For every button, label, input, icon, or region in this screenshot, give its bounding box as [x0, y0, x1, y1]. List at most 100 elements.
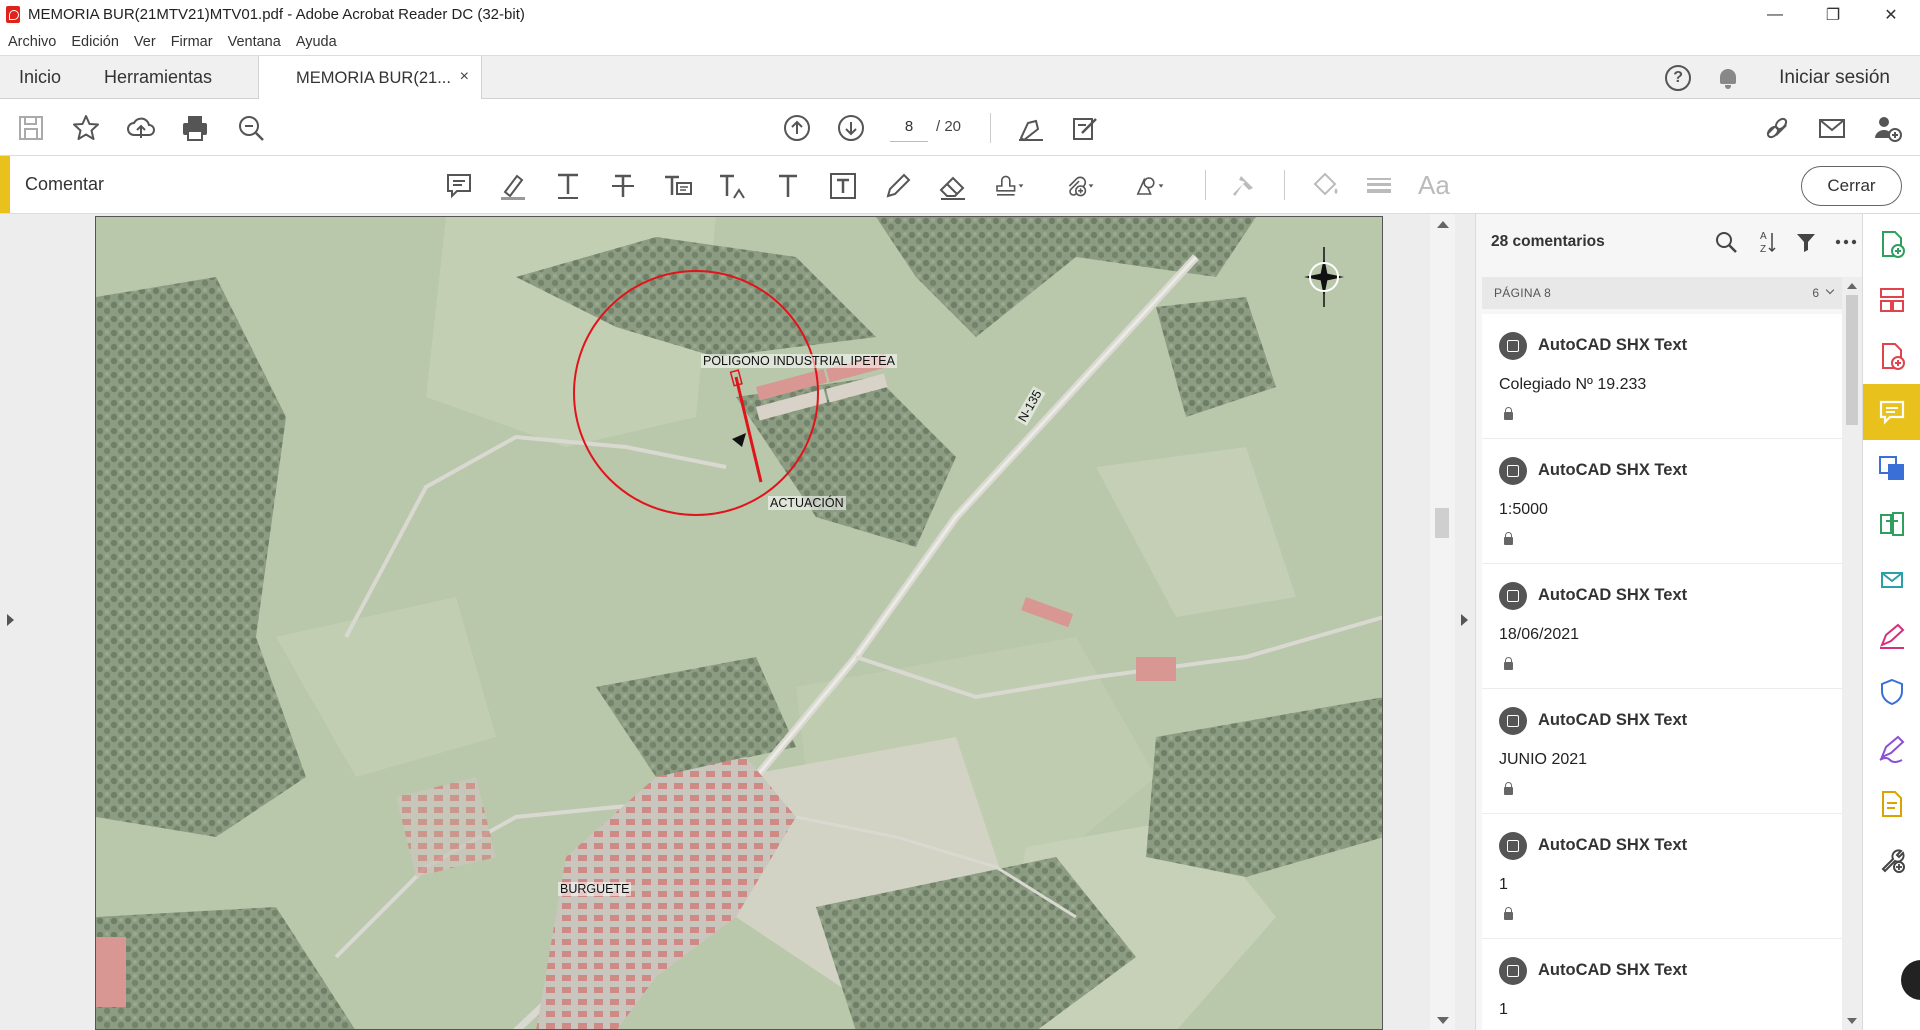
comment-item[interactable]: AutoCAD SHX Text 1	[1482, 939, 1847, 1030]
font-size-icon[interactable]: Aa	[1418, 170, 1458, 202]
attach-file-icon[interactable]	[1063, 170, 1095, 202]
more-tools-button[interactable]	[1863, 832, 1920, 888]
page-number-input[interactable]	[890, 112, 928, 142]
comments-tools: AZ	[1706, 228, 1866, 256]
strikethrough-icon[interactable]	[607, 170, 639, 202]
sort-comments-icon[interactable]: AZ	[1746, 228, 1786, 256]
collapse-panel-arrow-icon[interactable]	[1461, 614, 1468, 626]
line-weight-icon[interactable]	[1363, 170, 1395, 202]
signin-link[interactable]: Iniciar sesión	[1779, 67, 1890, 89]
previous-page-icon[interactable]	[782, 113, 812, 143]
comment-text: JUNIO 2021	[1499, 751, 1588, 768]
comment-item[interactable]: AutoCAD SHX Text JUNIO 2021	[1482, 689, 1847, 814]
add-user-icon[interactable]	[1872, 113, 1902, 143]
certificate-icon	[1882, 791, 1902, 817]
chevron-down-icon[interactable]	[1825, 285, 1835, 295]
menu-edicion[interactable]: Edición	[71, 34, 119, 50]
document-viewer[interactable]: POLIGONO INDUSTRIAL IPETEA ACTUACIÓN N-1…	[0, 214, 1455, 1030]
comment-note-icon	[1499, 332, 1527, 360]
expand-left-arrow-icon[interactable]	[7, 614, 14, 626]
comments-scroll-thumb[interactable]	[1846, 295, 1858, 425]
menu-ayuda[interactable]: Ayuda	[296, 34, 337, 50]
comment-tool[interactable]	[1863, 384, 1920, 440]
tab-inicio[interactable]: Inicio	[19, 56, 61, 99]
email-icon[interactable]	[1817, 113, 1847, 143]
pin-icon[interactable]	[1227, 170, 1259, 202]
right-panel-toggle[interactable]	[1455, 214, 1475, 1030]
tab-close-icon[interactable]: ×	[460, 68, 469, 86]
request-signature-tool[interactable]	[1863, 720, 1920, 776]
sticky-note-icon[interactable]	[443, 170, 475, 202]
sign-pen-icon[interactable]	[1016, 113, 1046, 143]
comments-scrollbar[interactable]	[1842, 277, 1862, 1030]
text-box-icon[interactable]	[827, 170, 859, 202]
restore-button[interactable]: ❐	[1804, 0, 1862, 29]
comment-author: AutoCAD SHX Text	[1538, 461, 1688, 479]
fill-color-icon[interactable]	[1309, 170, 1341, 202]
export-pdf-icon	[1882, 343, 1905, 370]
help-icon[interactable]: ?	[1665, 64, 1692, 91]
menu-ver[interactable]: Ver	[134, 34, 156, 50]
comments-scroll-down-icon[interactable]	[1847, 1018, 1857, 1024]
search-comments-icon[interactable]	[1706, 228, 1746, 256]
menu-ventana[interactable]: Ventana	[228, 34, 281, 50]
notification-bell-icon[interactable]	[1717, 67, 1739, 89]
underline-text-icon[interactable]	[552, 170, 584, 202]
comment-text: 1:5000	[1499, 501, 1548, 518]
tab-document[interactable]: MEMORIA BUR(21... ×	[258, 56, 482, 100]
bookmark-star-icon[interactable]	[71, 113, 101, 143]
filter-comments-icon[interactable]	[1786, 228, 1826, 256]
menu-bar: Archivo Edición Ver Firmar Ventana Ayuda	[0, 29, 1920, 55]
scroll-up-arrow-icon[interactable]	[1437, 221, 1449, 228]
page-group-label: PÁGINA 8	[1494, 286, 1552, 300]
more-options-icon[interactable]	[1826, 228, 1866, 256]
comment-note-icon	[1499, 707, 1527, 735]
next-page-icon[interactable]	[836, 113, 866, 143]
save-icon[interactable]	[16, 113, 46, 143]
shapes-icon[interactable]	[1133, 170, 1165, 202]
close-window-button[interactable]: ✕	[1862, 0, 1920, 29]
minimize-button[interactable]: —	[1746, 0, 1804, 29]
combine-files-tool[interactable]	[1863, 440, 1920, 496]
stamp-icon[interactable]	[993, 170, 1025, 202]
organize-pages-icon	[1880, 288, 1904, 312]
certificates-tool[interactable]	[1863, 776, 1920, 832]
page-group-header[interactable]: PÁGINA 8 6	[1482, 277, 1847, 309]
create-pdf-tool[interactable]	[1863, 216, 1920, 272]
document-scrollbar[interactable]	[1430, 214, 1455, 1030]
tab-document-label: MEMORIA BUR(21...	[296, 68, 451, 87]
menu-archivo[interactable]: Archivo	[8, 34, 56, 50]
protect-tool[interactable]	[1863, 664, 1920, 720]
share-link-icon[interactable]	[1762, 113, 1792, 143]
scroll-down-arrow-icon[interactable]	[1437, 1017, 1449, 1024]
replace-text-icon[interactable]	[662, 170, 694, 202]
send-for-review-tool[interactable]	[1863, 552, 1920, 608]
export-pdf-tool[interactable]	[1863, 328, 1920, 384]
menu-firmar[interactable]: Firmar	[171, 34, 213, 50]
left-panel-toggle[interactable]	[0, 214, 20, 1030]
pdf-page[interactable]: POLIGONO INDUSTRIAL IPETEA ACTUACIÓN N-1…	[95, 216, 1383, 1030]
fill-sign-icon[interactable]	[1070, 113, 1100, 143]
comment-item[interactable]: AutoCAD SHX Text 1	[1482, 814, 1847, 939]
pencil-draw-icon[interactable]	[882, 170, 914, 202]
organize-pages-tool[interactable]	[1863, 272, 1920, 328]
eraser-icon[interactable]	[937, 170, 969, 202]
fill-sign-tool[interactable]	[1863, 608, 1920, 664]
compress-tool[interactable]	[1863, 496, 1920, 552]
close-comment-button[interactable]: Cerrar	[1801, 166, 1902, 206]
comment-item[interactable]: AutoCAD SHX Text Colegiado Nº 19.233	[1482, 314, 1847, 439]
create-pdf-icon	[1882, 231, 1905, 258]
comment-item[interactable]: AutoCAD SHX Text 18/06/2021	[1482, 564, 1847, 689]
comments-scroll-up-icon[interactable]	[1847, 283, 1857, 289]
scroll-thumb[interactable]	[1435, 508, 1449, 538]
svg-text:A: A	[1760, 231, 1767, 242]
zoom-search-icon[interactable]	[236, 113, 266, 143]
comment-item[interactable]: AutoCAD SHX Text 1:5000	[1482, 439, 1847, 564]
floating-action-button[interactable]	[1901, 960, 1920, 1000]
highlight-icon[interactable]	[497, 170, 529, 202]
insert-text-icon[interactable]	[717, 170, 749, 202]
tab-herramientas[interactable]: Herramientas	[104, 56, 212, 99]
upload-cloud-icon[interactable]	[126, 113, 156, 143]
add-text-icon[interactable]	[772, 170, 804, 202]
print-icon[interactable]	[180, 113, 210, 143]
